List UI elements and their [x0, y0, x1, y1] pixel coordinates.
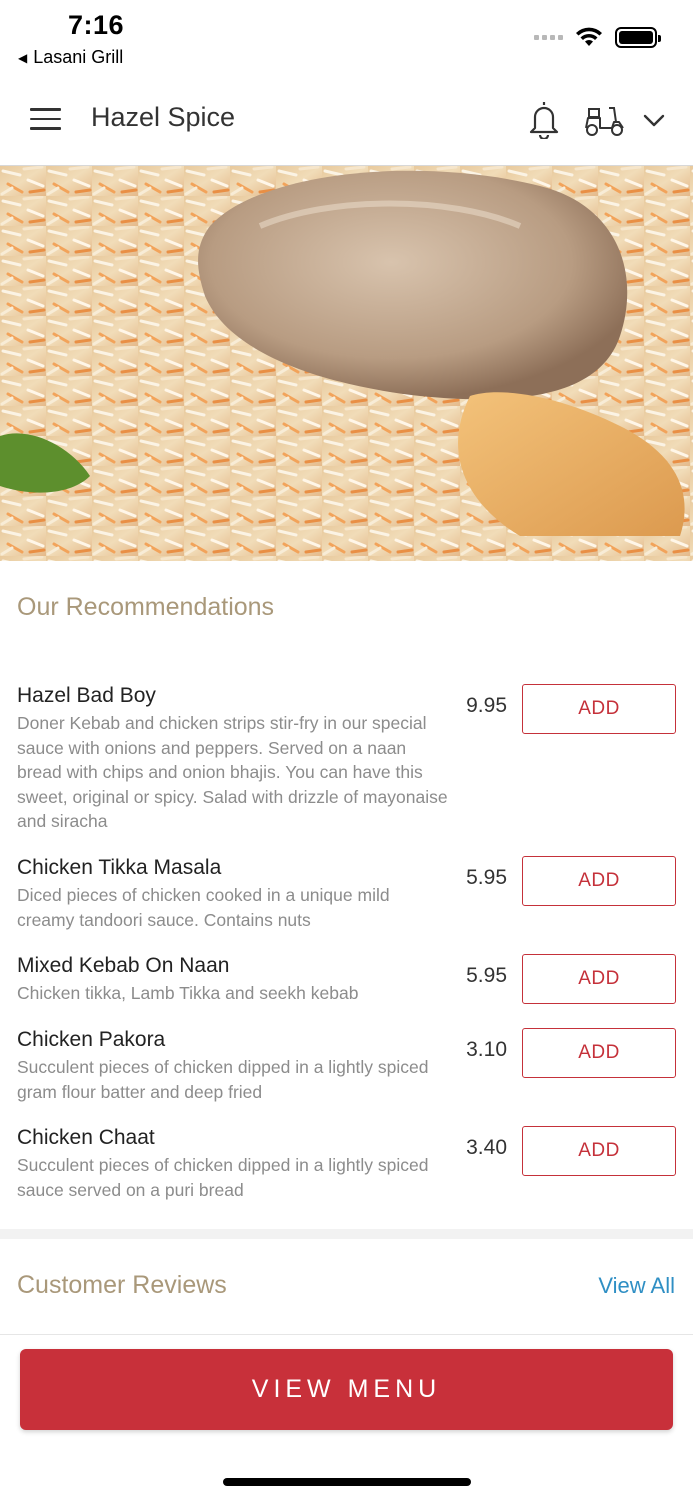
add-button[interactable]: ADD [522, 856, 676, 906]
status-indicators [534, 26, 661, 48]
reviews-divider [0, 1334, 693, 1335]
biryani-illustration [0, 166, 693, 561]
item-name: Mixed Kebab On Naan [17, 954, 230, 977]
item-description: Diced pieces of chicken cooked in a uniq… [17, 885, 390, 930]
chevron-down-icon[interactable] [640, 108, 668, 132]
back-app-label: Lasani Grill [33, 47, 124, 67]
item-name: Chicken Pakora [17, 1028, 166, 1051]
item-price: 9.95 [466, 694, 507, 717]
status-bar: 7:16 ◀ Lasani Grill [0, 0, 693, 70]
status-time: 7:16 [68, 10, 125, 40]
item-description: Succulent pieces of chicken dipped in a … [17, 1155, 429, 1200]
app-header: Hazel Spice [0, 74, 693, 166]
wifi-icon [576, 27, 602, 46]
view-all-reviews-link[interactable]: View All [598, 1273, 675, 1299]
battery-icon [615, 26, 661, 48]
item-description: Chicken tikka, Lamb Tikka and seekh keba… [17, 983, 359, 1003]
view-menu-button[interactable]: VIEW MENU [20, 1349, 673, 1430]
add-button[interactable]: ADD [522, 1028, 676, 1078]
item-price: 5.95 [466, 964, 507, 987]
back-to-app-link[interactable]: ◀ Lasani Grill [18, 47, 123, 68]
notification-bell-icon[interactable] [526, 99, 562, 139]
cellular-signal-icon [534, 34, 563, 40]
item-name: Chicken Tikka Masala [17, 856, 222, 879]
item-description: Doner Kebab and chicken strips stir-fry … [17, 713, 448, 831]
item-description: Succulent pieces of chicken dipped in a … [17, 1057, 429, 1102]
restaurant-title: Hazel Spice [91, 102, 236, 132]
item-name: Chicken Chaat [17, 1126, 155, 1149]
item-price: 5.95 [466, 866, 507, 889]
hero-food-image [0, 166, 693, 561]
item-price: 3.40 [466, 1136, 507, 1159]
add-button[interactable]: ADD [522, 954, 676, 1004]
section-divider [0, 1229, 693, 1239]
customer-reviews-title: Customer Reviews [17, 1271, 227, 1299]
delivery-scooter-icon[interactable] [583, 104, 627, 138]
add-button[interactable]: ADD [522, 684, 676, 734]
add-button[interactable]: ADD [522, 1126, 676, 1176]
item-name: Hazel Bad Boy [17, 684, 156, 707]
recommendations-title: Our Recommendations [17, 593, 275, 621]
item-price: 3.10 [466, 1038, 507, 1061]
home-indicator[interactable] [223, 1478, 471, 1486]
back-triangle-icon: ◀ [18, 50, 28, 65]
hamburger-menu-icon[interactable] [30, 108, 61, 130]
